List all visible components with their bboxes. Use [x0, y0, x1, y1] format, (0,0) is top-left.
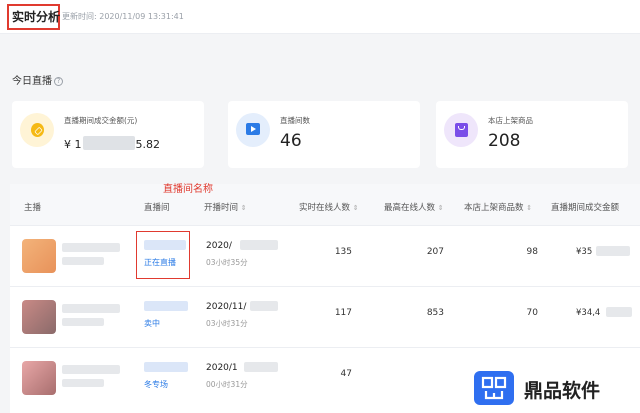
blurred-gmv [596, 246, 630, 256]
question-circle-icon[interactable]: ? [54, 77, 63, 86]
col-peak[interactable]: 最高在线人数 ⇕ [384, 201, 444, 213]
top-bar: 实时分析 更新时间: 2020/11/09 13:31:41 [0, 0, 640, 34]
watermark-text: 鼎品软件 [524, 380, 601, 402]
stat-label: 直播间数 [280, 116, 310, 125]
product-count: 98 [526, 247, 538, 257]
start-date: 2020/11/ [206, 302, 247, 312]
stat-card-products: 本店上架商品 208 [436, 101, 628, 168]
peak-count: 853 [426, 308, 444, 318]
sort-icon: ⇕ [526, 204, 533, 212]
online-count: 47 [340, 369, 352, 379]
annotation-highlight-box [136, 231, 190, 279]
blurred-date [250, 301, 278, 311]
stat-value: ¥ 1 5.82 [64, 136, 160, 151]
shopping-bag-icon [444, 113, 478, 147]
sort-icon: ⇕ [240, 204, 247, 212]
avatar [22, 239, 56, 273]
coin-icon [20, 113, 54, 147]
sort-icon: ⇕ [437, 204, 444, 212]
tv-icon [236, 113, 270, 147]
col-room: 直播间 [144, 203, 170, 213]
blurred-date [240, 240, 278, 250]
online-count: 135 [334, 247, 352, 257]
blurred-id [62, 257, 104, 265]
stat-label: 直播期间成交金额(元) [64, 116, 138, 125]
table-row[interactable]: 卖中 2020/11/ 03小时31分 117 853 70 ¥34,4 [10, 288, 640, 348]
blurred-gmv [606, 307, 632, 317]
gmv-value: ¥34,4 [576, 308, 601, 318]
col-anchor: 主播 [24, 203, 42, 213]
table-header: 主播 直播间 开播时间 ⇕ 实时在线人数 ⇕ 最高在线人数 ⇕ 本店上架商品数 … [10, 184, 640, 226]
stat-value: 208 [488, 131, 521, 151]
blurred-id [62, 318, 104, 326]
online-count: 117 [334, 308, 352, 318]
avatar [22, 361, 56, 395]
table-row[interactable]: 正在直播 2020/ 03小时35分 135 207 98 ¥35 [10, 227, 640, 287]
col-products[interactable]: 本店上架商品数 ⇕ [464, 201, 532, 213]
gmv-value: ¥35 [576, 247, 593, 257]
start-date: 2020/1 [206, 363, 238, 373]
blurred-room-name [144, 301, 188, 311]
blurred-room-name [144, 362, 188, 372]
peak-count: 207 [426, 247, 444, 257]
section-title-text: 今日直播 [12, 76, 52, 87]
start-date: 2020/ [206, 241, 232, 251]
room-name-suffix[interactable]: 卖中 [144, 318, 160, 329]
product-count: 70 [526, 308, 538, 318]
duration: 03小时35分 [206, 258, 248, 267]
section-title: 今日直播? [12, 72, 63, 87]
blurred-value [82, 136, 135, 150]
avatar [22, 300, 56, 334]
duration: 03小时31分 [206, 319, 248, 328]
stat-card-gmv: 直播期间成交金额(元) ¥ 1 5.82 [12, 101, 204, 168]
blurred-id [62, 379, 104, 387]
annotation-label: 直播间名称 [163, 184, 213, 195]
page-title: 实时分析 [12, 10, 61, 24]
col-start-time[interactable]: 开播时间 ⇕ [204, 201, 247, 213]
col-online[interactable]: 实时在线人数 ⇕ [299, 201, 359, 213]
dingpin-logo-icon [474, 371, 514, 405]
blurred-date [244, 362, 278, 372]
stat-label: 本店上架商品 [488, 116, 533, 125]
blurred-name [62, 243, 120, 252]
room-name-suffix[interactable]: 冬专场 [144, 379, 168, 390]
blurred-name [62, 365, 120, 374]
update-time: 更新时间: 2020/11/09 13:31:41 [62, 12, 184, 21]
duration: 00小时31分 [206, 380, 248, 389]
sort-icon: ⇕ [352, 204, 359, 212]
stat-value: 46 [280, 131, 302, 151]
col-gmv[interactable]: 直播期间成交金额 [551, 201, 619, 213]
stat-card-rooms: 直播间数 46 [228, 101, 420, 168]
blurred-name [62, 304, 120, 313]
